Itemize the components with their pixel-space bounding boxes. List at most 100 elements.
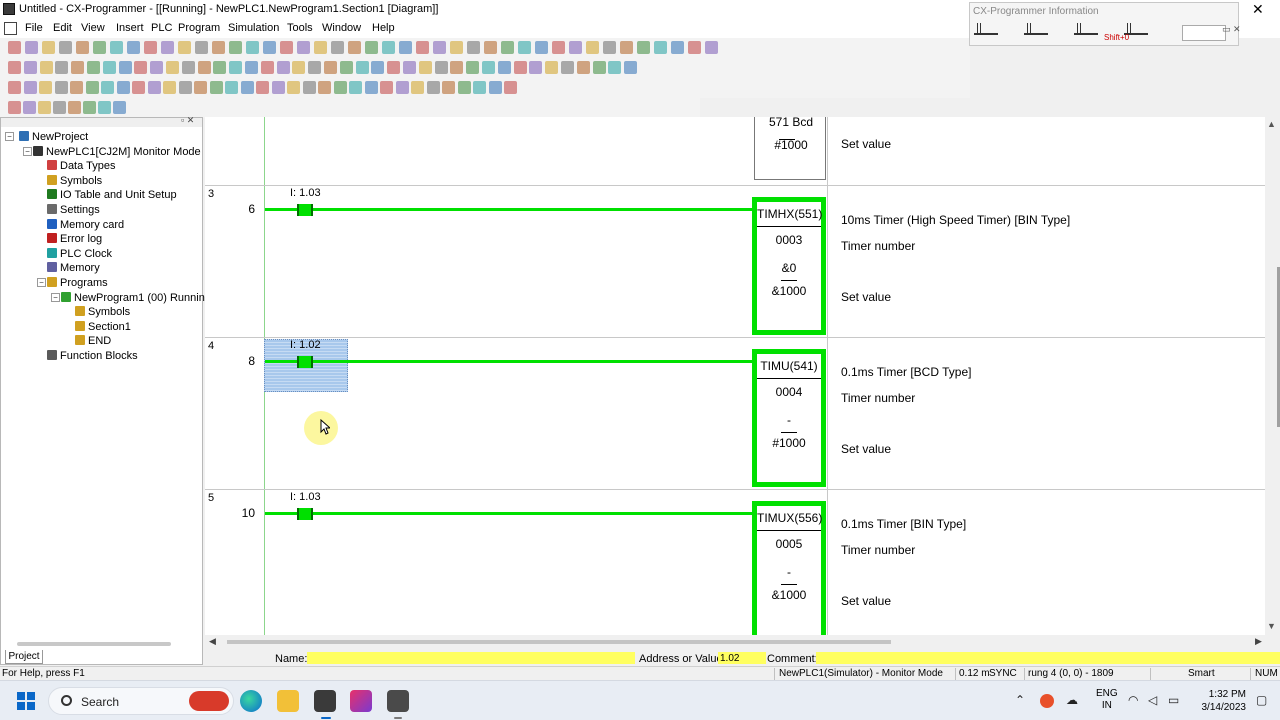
scroll-right-icon[interactable]: ▶ <box>1255 636 1262 647</box>
diagram-horizontal-scrollbar[interactable]: ◀ ▶ <box>205 635 1265 649</box>
timer-instruction-block[interactable]: TIMUX(556) 0005 - &1000 <box>752 501 826 635</box>
tb1-tool-icon[interactable] <box>552 41 565 54</box>
menu-program[interactable]: Program <box>178 22 220 34</box>
tb3-tool-icon[interactable] <box>380 81 393 94</box>
tb3-tool-icon[interactable] <box>194 81 207 94</box>
tb3-tool-icon[interactable] <box>70 81 83 94</box>
tb2-tool-icon[interactable] <box>561 61 574 74</box>
tb2-tool-icon[interactable] <box>387 61 401 74</box>
tb3-tool-icon[interactable] <box>457 81 471 94</box>
tb3-tool-icon[interactable] <box>395 81 409 94</box>
tb1-tool-icon[interactable] <box>110 41 123 54</box>
tb2-tool-icon[interactable] <box>8 61 21 74</box>
tb2-tool-icon[interactable] <box>466 61 480 74</box>
tb1-tool-icon[interactable] <box>212 41 225 54</box>
menu-insert[interactable]: Insert <box>116 22 144 34</box>
tb1-tool-icon[interactable] <box>161 41 174 54</box>
tree-item[interactable]: NewProgram1 (00) Running <box>61 291 211 305</box>
menu-tools[interactable]: Tools <box>287 22 313 34</box>
tb2-tool-icon[interactable] <box>71 61 85 74</box>
tb1-tool-icon[interactable] <box>501 41 514 54</box>
tree-item[interactable]: Symbols <box>75 305 130 319</box>
tb1-tool-icon[interactable] <box>450 41 463 54</box>
tb3-tool-icon[interactable] <box>442 81 455 94</box>
battery-icon[interactable]: ▭ <box>1168 693 1179 707</box>
file-explorer-icon[interactable] <box>277 690 299 712</box>
workspace-close-icon[interactable]: ▫ ✕ <box>181 115 194 126</box>
tree-item[interactable]: NewProject <box>19 130 88 144</box>
tb3-tool-icon[interactable] <box>8 81 21 94</box>
tb1-tool-icon[interactable] <box>654 41 667 54</box>
tb3-tool-icon[interactable] <box>318 81 331 94</box>
tb3-tool-icon[interactable] <box>364 81 378 94</box>
tb1-tool-icon[interactable] <box>365 41 378 54</box>
tb4-tool-icon[interactable] <box>38 101 51 114</box>
tb3-tool-icon[interactable] <box>271 81 285 94</box>
tb3-tool-icon[interactable] <box>39 81 52 94</box>
previous-instruction-block[interactable]: 571 Bcd #1000 <box>754 117 826 180</box>
tb2-tool-icon[interactable] <box>134 61 148 74</box>
horizontal-scroll-thumb[interactable] <box>227 640 891 644</box>
tb1-tool-icon[interactable] <box>433 41 446 54</box>
tb2-tool-icon[interactable] <box>482 61 495 74</box>
tb3-tool-icon[interactable] <box>473 81 486 94</box>
tb3-tool-icon[interactable] <box>225 81 238 94</box>
timer-instruction-block[interactable]: TIMHX(551) 0003 &0 &1000 <box>752 197 826 335</box>
tree-item[interactable]: Data Types <box>47 159 115 173</box>
ladder-diagram[interactable]: 571 Bcd #1000 Set value 3 6 I: 1.03 TIMHX(5… <box>205 117 1265 635</box>
tb2-tool-icon[interactable] <box>87 61 100 74</box>
tb2-tool-icon[interactable] <box>23 61 37 74</box>
tb2-tool-icon[interactable] <box>181 61 195 74</box>
tb3-tool-icon[interactable] <box>178 81 192 94</box>
tb1-tool-icon[interactable] <box>484 41 497 54</box>
tb3-tool-icon[interactable] <box>147 81 161 94</box>
tb1-tool-icon[interactable] <box>586 41 599 54</box>
menu-view[interactable]: View <box>81 22 105 34</box>
edge-browser-icon[interactable] <box>240 690 262 712</box>
tb1-tool-icon[interactable] <box>263 41 276 54</box>
tb2-tool-icon[interactable] <box>260 61 274 74</box>
tb3-tool-icon[interactable] <box>426 81 440 94</box>
tb1-tool-icon[interactable] <box>144 41 157 54</box>
tb1-tool-icon[interactable] <box>178 41 191 54</box>
tree-collapse-icon[interactable]: − <box>5 132 14 141</box>
menu-plc[interactable]: PLC <box>151 22 172 34</box>
tb3-tool-icon[interactable] <box>54 81 68 94</box>
tb2-tool-icon[interactable] <box>197 61 211 74</box>
simulator-taskbar-icon[interactable] <box>387 690 409 712</box>
menu-simulation[interactable]: Simulation <box>228 22 279 34</box>
tb1-tool-icon[interactable] <box>518 41 531 54</box>
tb3-tool-icon[interactable] <box>302 81 316 94</box>
volume-icon[interactable]: ◁ <box>1148 693 1157 707</box>
tree-item[interactable]: NewPLC1[CJ2M] Monitor Mode <box>33 145 201 159</box>
tree-horizontal-scrollbar[interactable] <box>17 642 171 646</box>
address-field[interactable]: 1.02 <box>718 652 766 664</box>
tb1-tool-icon[interactable] <box>382 41 395 54</box>
tb3-tool-icon[interactable] <box>411 81 424 94</box>
tb3-tool-icon[interactable] <box>163 81 176 94</box>
tree-item[interactable]: IO Table and Unit Setup <box>47 188 177 202</box>
menu-file[interactable]: File <box>25 22 43 34</box>
tb3-tool-icon[interactable] <box>240 81 254 94</box>
scroll-down-icon[interactable]: ▼ <box>1267 621 1276 631</box>
tb1-tool-icon[interactable] <box>603 41 616 54</box>
tree-item[interactable]: PLC Clock <box>47 247 112 261</box>
name-field[interactable] <box>307 652 635 664</box>
comment-field[interactable] <box>816 652 1280 664</box>
tree-collapse-icon[interactable]: − <box>51 292 60 302</box>
tb1-tool-icon[interactable] <box>671 41 684 54</box>
tb4-tool-icon[interactable] <box>68 101 81 114</box>
tb1-tool-icon[interactable] <box>76 41 89 54</box>
tb2-tool-icon[interactable] <box>292 61 306 74</box>
tb2-tool-icon[interactable] <box>371 61 385 74</box>
tb3-tool-icon[interactable] <box>132 81 145 94</box>
tb4-tool-icon[interactable] <box>83 101 96 114</box>
tree-item[interactable]: Settings <box>47 203 100 217</box>
tb3-tool-icon[interactable] <box>333 81 347 94</box>
tb3-tool-icon[interactable] <box>209 81 223 94</box>
no-contact-icon[interactable] <box>297 204 313 216</box>
no-contact-icon[interactable] <box>297 356 313 368</box>
tb2-tool-icon[interactable] <box>529 61 543 74</box>
system-clock[interactable]: 1:32 PM 3/14/2023 <box>1194 688 1247 714</box>
tb3-tool-icon[interactable] <box>488 81 502 94</box>
